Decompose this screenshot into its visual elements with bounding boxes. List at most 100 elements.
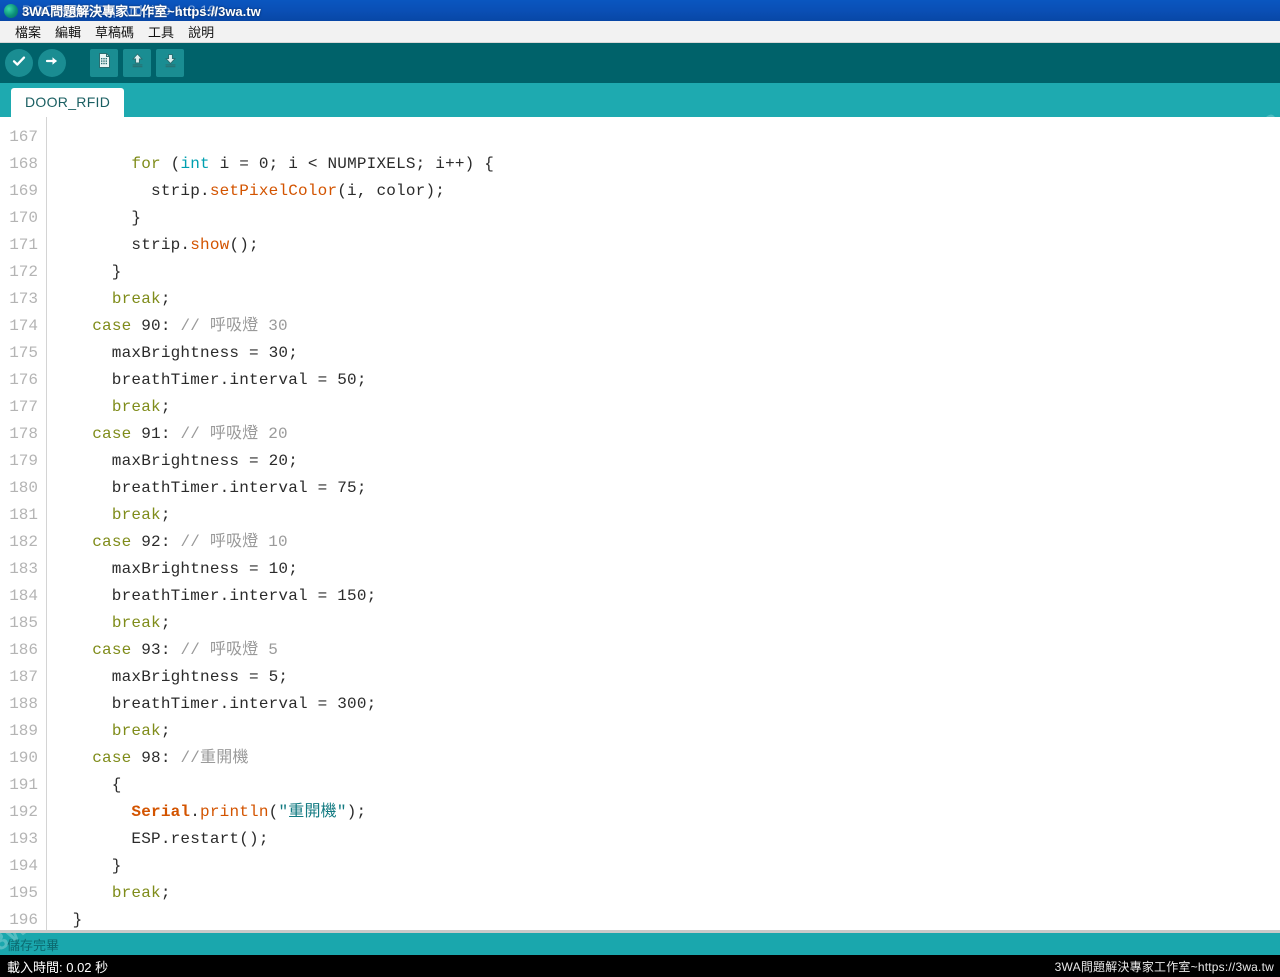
code-editor[interactable]: 167 168 169 170 171 172 173 174 175 176 177 178 179 1… [0, 117, 1280, 933]
code-line[interactable]: Serial.println("重開機"); [53, 799, 1280, 826]
code-token: i = 0; i < NUMPIXELS; i++) { [209, 155, 495, 173]
code-token: break [111, 290, 161, 308]
toolbar [0, 43, 1280, 83]
code-line[interactable]: } [53, 853, 1280, 880]
code-token: // 呼吸燈 5 [180, 641, 279, 659]
code-line[interactable]: break; [53, 880, 1280, 907]
code-line[interactable]: } [53, 259, 1280, 286]
line-number: 194 [9, 857, 38, 875]
tab-door-rfid[interactable]: DOOR_RFID [11, 88, 125, 117]
code-line[interactable]: maxBrightness = 10; [53, 556, 1280, 583]
code-token: ( [160, 155, 181, 173]
code-line[interactable]: breathTimer.interval = 150; [53, 583, 1280, 610]
line-number: 186 [9, 641, 38, 659]
code-line[interactable]: ESP.restart(); [53, 826, 1280, 853]
line-number: 181 [9, 506, 38, 524]
code-token: } [53, 209, 142, 227]
new-document-icon [96, 52, 113, 74]
code-token: setPixelColor [209, 182, 338, 200]
code-line[interactable]: breathTimer.interval = 75; [53, 475, 1280, 502]
code-token: 98: [131, 749, 181, 767]
code-line[interactable]: break; [53, 718, 1280, 745]
new-button[interactable] [90, 49, 118, 77]
console-panel[interactable]: 載入時間: 0.02 秒 3WA問題解決專家工作室~https://3wa.tw [0, 955, 1280, 977]
code-token: } [53, 857, 122, 875]
line-number: 190 [9, 749, 38, 767]
code-token: case [92, 641, 132, 659]
line-number: 174 [9, 317, 38, 335]
line-number: 191 [9, 776, 38, 794]
code-token: ; [160, 506, 171, 524]
save-button[interactable] [156, 49, 184, 77]
line-number: 176 [9, 371, 38, 389]
line-number: 189 [9, 722, 38, 740]
line-number: 193 [9, 830, 38, 848]
menu-item-tools[interactable]: 工具 [141, 21, 181, 42]
arrow-down-icon [162, 52, 179, 74]
line-number: 177 [9, 398, 38, 416]
menu-item-help[interactable]: 說明 [181, 21, 221, 42]
menu-item-file[interactable]: 檔案 [8, 21, 48, 42]
arrow-right-icon [44, 53, 60, 74]
code-token: for [131, 155, 161, 173]
code-token: show [190, 236, 230, 254]
line-number: 195 [9, 884, 38, 902]
code-content[interactable]: for (int i = 0; i < NUMPIXELS; i++) { st… [47, 117, 1280, 933]
arrow-up-icon [129, 52, 146, 74]
watermark-top-right: s://3wa [1192, 103, 1280, 117]
code-line[interactable]: maxBrightness = 5; [53, 664, 1280, 691]
code-line[interactable]: strip.show(); [53, 232, 1280, 259]
code-line[interactable]: case 90: // 呼吸燈 30 [53, 313, 1280, 340]
code-line[interactable]: case 91: // 呼吸燈 20 [53, 421, 1280, 448]
code-token: strip. [53, 182, 210, 200]
code-token: case [92, 533, 132, 551]
code-line[interactable]: breathTimer.interval = 50; [53, 367, 1280, 394]
code-token: ESP.restart(); [53, 830, 269, 848]
code-token: // 呼吸燈 10 [180, 533, 288, 551]
code-line[interactable]: break; [53, 610, 1280, 637]
code-line[interactable] [53, 124, 1280, 151]
code-line[interactable]: } [53, 205, 1280, 232]
code-token: { [53, 776, 122, 794]
line-number: 183 [9, 560, 38, 578]
code-line[interactable]: { [53, 772, 1280, 799]
line-number: 172 [9, 263, 38, 281]
code-line[interactable]: case 92: // 呼吸燈 10 [53, 529, 1280, 556]
code-line[interactable]: maxBrightness = 20; [53, 448, 1280, 475]
verify-button[interactable] [5, 49, 33, 77]
code-line[interactable]: case 98: //重開機 [53, 745, 1280, 772]
code-line[interactable]: breathTimer.interval = 300; [53, 691, 1280, 718]
code-token: break [111, 506, 161, 524]
status-message: 儲存完畢 [7, 938, 60, 953]
menu-item-sketch[interactable]: 草稿碼 [88, 21, 141, 42]
line-number: 175 [9, 344, 38, 362]
code-line[interactable]: break; [53, 502, 1280, 529]
code-line[interactable]: strip.setPixelColor(i, color); [53, 178, 1280, 205]
code-line[interactable]: case 93: // 呼吸燈 5 [53, 637, 1280, 664]
code-token: break [111, 884, 161, 902]
code-token: break [111, 614, 161, 632]
code-line[interactable]: maxBrightness = 30; [53, 340, 1280, 367]
menu-item-edit[interactable]: 編輯 [48, 21, 88, 42]
code-token: maxBrightness = 10; [53, 560, 299, 578]
code-line[interactable]: for (int i = 0; i < NUMPIXELS; i++) { [53, 151, 1280, 178]
upload-button[interactable] [38, 49, 66, 77]
line-number: 180 [9, 479, 38, 497]
code-line[interactable]: break; [53, 286, 1280, 313]
line-number: 168 [9, 155, 38, 173]
open-button[interactable] [123, 49, 151, 77]
code-token: breathTimer.interval = 300; [53, 695, 377, 713]
code-token: println [200, 803, 269, 821]
code-token: (i, color); [337, 182, 446, 200]
code-line[interactable]: break; [53, 394, 1280, 421]
code-token: Serial [131, 803, 191, 821]
line-number: 184 [9, 587, 38, 605]
line-number: 192 [9, 803, 38, 821]
code-token: //重開機 [180, 749, 249, 767]
code-token: break [111, 722, 161, 740]
code-token: . [190, 803, 201, 821]
